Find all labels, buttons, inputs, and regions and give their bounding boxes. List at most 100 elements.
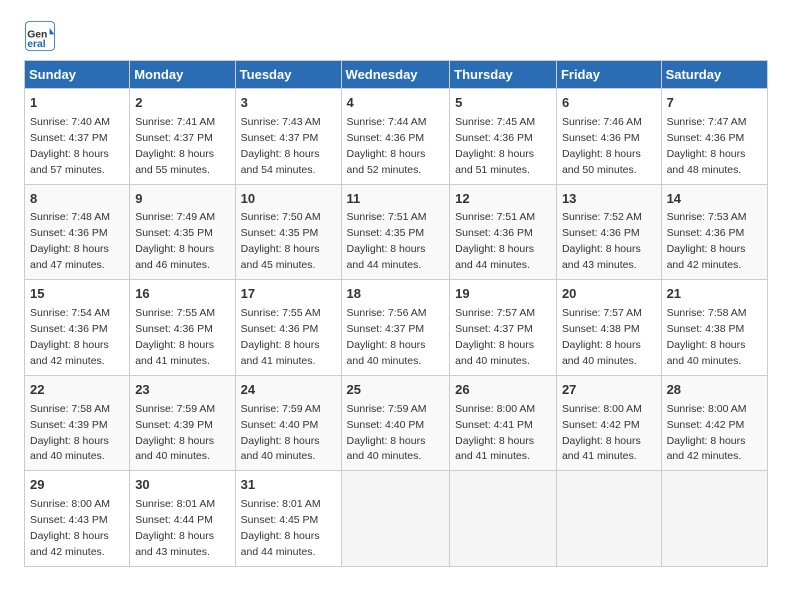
day-sunset: Sunset: 4:38 PM xyxy=(667,323,745,335)
day-number: 5 xyxy=(455,94,551,113)
day-sunset: Sunset: 4:36 PM xyxy=(562,227,640,239)
calendar-day-cell: 27Sunrise: 8:00 AMSunset: 4:42 PMDayligh… xyxy=(556,375,661,471)
calendar-day-cell: 5Sunrise: 7:45 AMSunset: 4:36 PMDaylight… xyxy=(450,89,557,185)
day-sunset: Sunset: 4:42 PM xyxy=(667,419,745,431)
day-sunset: Sunset: 4:45 PM xyxy=(241,514,319,526)
calendar-day-cell: 31Sunrise: 8:01 AMSunset: 4:45 PMDayligh… xyxy=(235,471,341,567)
logo-icon: Gen eral xyxy=(24,20,56,52)
calendar-day-cell: 9Sunrise: 7:49 AMSunset: 4:35 PMDaylight… xyxy=(130,184,235,280)
calendar-day-cell: 28Sunrise: 8:00 AMSunset: 4:42 PMDayligh… xyxy=(661,375,767,471)
day-daylight: Daylight: 8 hours and 47 minutes. xyxy=(30,243,109,271)
day-daylight: Daylight: 8 hours and 43 minutes. xyxy=(562,243,641,271)
calendar-day-cell: 3Sunrise: 7:43 AMSunset: 4:37 PMDaylight… xyxy=(235,89,341,185)
day-number: 11 xyxy=(347,190,445,209)
day-sunset: Sunset: 4:42 PM xyxy=(562,419,640,431)
day-sunset: Sunset: 4:37 PM xyxy=(455,323,533,335)
day-sunrise: Sunrise: 7:52 AM xyxy=(562,211,642,223)
day-sunrise: Sunrise: 7:49 AM xyxy=(135,211,215,223)
day-sunset: Sunset: 4:39 PM xyxy=(135,419,213,431)
day-sunrise: Sunrise: 7:59 AM xyxy=(135,403,215,415)
day-number: 8 xyxy=(30,190,124,209)
weekday-header: Wednesday xyxy=(341,61,450,89)
calendar-day-cell: 21Sunrise: 7:58 AMSunset: 4:38 PMDayligh… xyxy=(661,280,767,376)
calendar-day-cell: 14Sunrise: 7:53 AMSunset: 4:36 PMDayligh… xyxy=(661,184,767,280)
day-number: 13 xyxy=(562,190,656,209)
day-sunrise: Sunrise: 7:43 AM xyxy=(241,116,321,128)
day-sunrise: Sunrise: 7:59 AM xyxy=(347,403,427,415)
day-number: 24 xyxy=(241,381,336,400)
day-daylight: Daylight: 8 hours and 42 minutes. xyxy=(667,435,746,463)
calendar-day-cell: 22Sunrise: 7:58 AMSunset: 4:39 PMDayligh… xyxy=(25,375,130,471)
day-number: 9 xyxy=(135,190,229,209)
day-sunrise: Sunrise: 7:46 AM xyxy=(562,116,642,128)
weekday-header: Sunday xyxy=(25,61,130,89)
calendar-day-cell: 12Sunrise: 7:51 AMSunset: 4:36 PMDayligh… xyxy=(450,184,557,280)
day-daylight: Daylight: 8 hours and 40 minutes. xyxy=(347,435,426,463)
day-sunset: Sunset: 4:43 PM xyxy=(30,514,108,526)
day-sunset: Sunset: 4:35 PM xyxy=(241,227,319,239)
day-number: 29 xyxy=(30,476,124,495)
calendar-day-cell: 7Sunrise: 7:47 AMSunset: 4:36 PMDaylight… xyxy=(661,89,767,185)
day-daylight: Daylight: 8 hours and 54 minutes. xyxy=(241,148,320,176)
day-daylight: Daylight: 8 hours and 42 minutes. xyxy=(30,339,109,367)
day-sunrise: Sunrise: 7:44 AM xyxy=(347,116,427,128)
calendar-table: SundayMondayTuesdayWednesdayThursdayFrid… xyxy=(24,60,768,567)
day-daylight: Daylight: 8 hours and 40 minutes. xyxy=(135,435,214,463)
day-sunset: Sunset: 4:35 PM xyxy=(135,227,213,239)
day-sunrise: Sunrise: 7:54 AM xyxy=(30,307,110,319)
day-number: 7 xyxy=(667,94,762,113)
day-number: 31 xyxy=(241,476,336,495)
day-sunrise: Sunrise: 7:59 AM xyxy=(241,403,321,415)
day-sunrise: Sunrise: 7:58 AM xyxy=(667,307,747,319)
day-daylight: Daylight: 8 hours and 51 minutes. xyxy=(455,148,534,176)
day-number: 28 xyxy=(667,381,762,400)
day-daylight: Daylight: 8 hours and 40 minutes. xyxy=(455,339,534,367)
day-sunset: Sunset: 4:37 PM xyxy=(135,132,213,144)
calendar-day-cell xyxy=(661,471,767,567)
day-sunset: Sunset: 4:37 PM xyxy=(347,323,425,335)
day-number: 15 xyxy=(30,285,124,304)
day-sunrise: Sunrise: 7:40 AM xyxy=(30,116,110,128)
day-sunset: Sunset: 4:38 PM xyxy=(562,323,640,335)
day-sunrise: Sunrise: 7:58 AM xyxy=(30,403,110,415)
day-number: 30 xyxy=(135,476,229,495)
day-number: 1 xyxy=(30,94,124,113)
day-sunrise: Sunrise: 8:00 AM xyxy=(30,498,110,510)
day-number: 22 xyxy=(30,381,124,400)
calendar-day-cell: 30Sunrise: 8:01 AMSunset: 4:44 PMDayligh… xyxy=(130,471,235,567)
day-sunrise: Sunrise: 7:45 AM xyxy=(455,116,535,128)
day-number: 17 xyxy=(241,285,336,304)
day-number: 14 xyxy=(667,190,762,209)
day-daylight: Daylight: 8 hours and 45 minutes. xyxy=(241,243,320,271)
day-sunrise: Sunrise: 8:00 AM xyxy=(455,403,535,415)
calendar-week-row: 15 Sunrise: 7:54 AM Sunset: 4:36 PM Dayligh… xyxy=(25,280,768,376)
calendar-day-cell: 17Sunrise: 7:55 AMSunset: 4:36 PMDayligh… xyxy=(235,280,341,376)
calendar-day-cell: 11Sunrise: 7:51 AMSunset: 4:35 PMDayligh… xyxy=(341,184,450,280)
weekday-header: Thursday xyxy=(450,61,557,89)
calendar-week-row: 29 Sunrise: 8:00 AM Sunset: 4:43 PM Dayligh… xyxy=(25,471,768,567)
day-sunrise: Sunrise: 7:50 AM xyxy=(241,211,321,223)
day-daylight: Daylight: 8 hours and 44 minutes. xyxy=(455,243,534,271)
day-daylight: Daylight: 8 hours and 55 minutes. xyxy=(135,148,214,176)
calendar-day-cell: 26Sunrise: 8:00 AMSunset: 4:41 PMDayligh… xyxy=(450,375,557,471)
day-sunset: Sunset: 4:37 PM xyxy=(241,132,319,144)
calendar-day-cell: 2Sunrise: 7:41 AMSunset: 4:37 PMDaylight… xyxy=(130,89,235,185)
day-number: 19 xyxy=(455,285,551,304)
day-daylight: Daylight: 8 hours and 48 minutes. xyxy=(667,148,746,176)
day-daylight: Daylight: 8 hours and 50 minutes. xyxy=(562,148,641,176)
day-sunset: Sunset: 4:44 PM xyxy=(135,514,213,526)
calendar-day-cell xyxy=(450,471,557,567)
day-sunset: Sunset: 4:36 PM xyxy=(241,323,319,335)
calendar-week-row: 22 Sunrise: 7:58 AM Sunset: 4:39 PM Dayligh… xyxy=(25,375,768,471)
day-daylight: Daylight: 8 hours and 44 minutes. xyxy=(241,530,320,558)
day-daylight: Daylight: 8 hours and 42 minutes. xyxy=(30,530,109,558)
day-daylight: Daylight: 8 hours and 41 minutes. xyxy=(455,435,534,463)
day-sunrise: Sunrise: 7:48 AM xyxy=(30,211,110,223)
day-daylight: Daylight: 8 hours and 41 minutes. xyxy=(241,339,320,367)
day-daylight: Daylight: 8 hours and 52 minutes. xyxy=(347,148,426,176)
day-sunrise: Sunrise: 7:56 AM xyxy=(347,307,427,319)
logo: Gen eral xyxy=(24,20,60,52)
calendar-header-row: SundayMondayTuesdayWednesdayThursdayFrid… xyxy=(25,61,768,89)
day-daylight: Daylight: 8 hours and 40 minutes. xyxy=(347,339,426,367)
day-daylight: Daylight: 8 hours and 57 minutes. xyxy=(30,148,109,176)
